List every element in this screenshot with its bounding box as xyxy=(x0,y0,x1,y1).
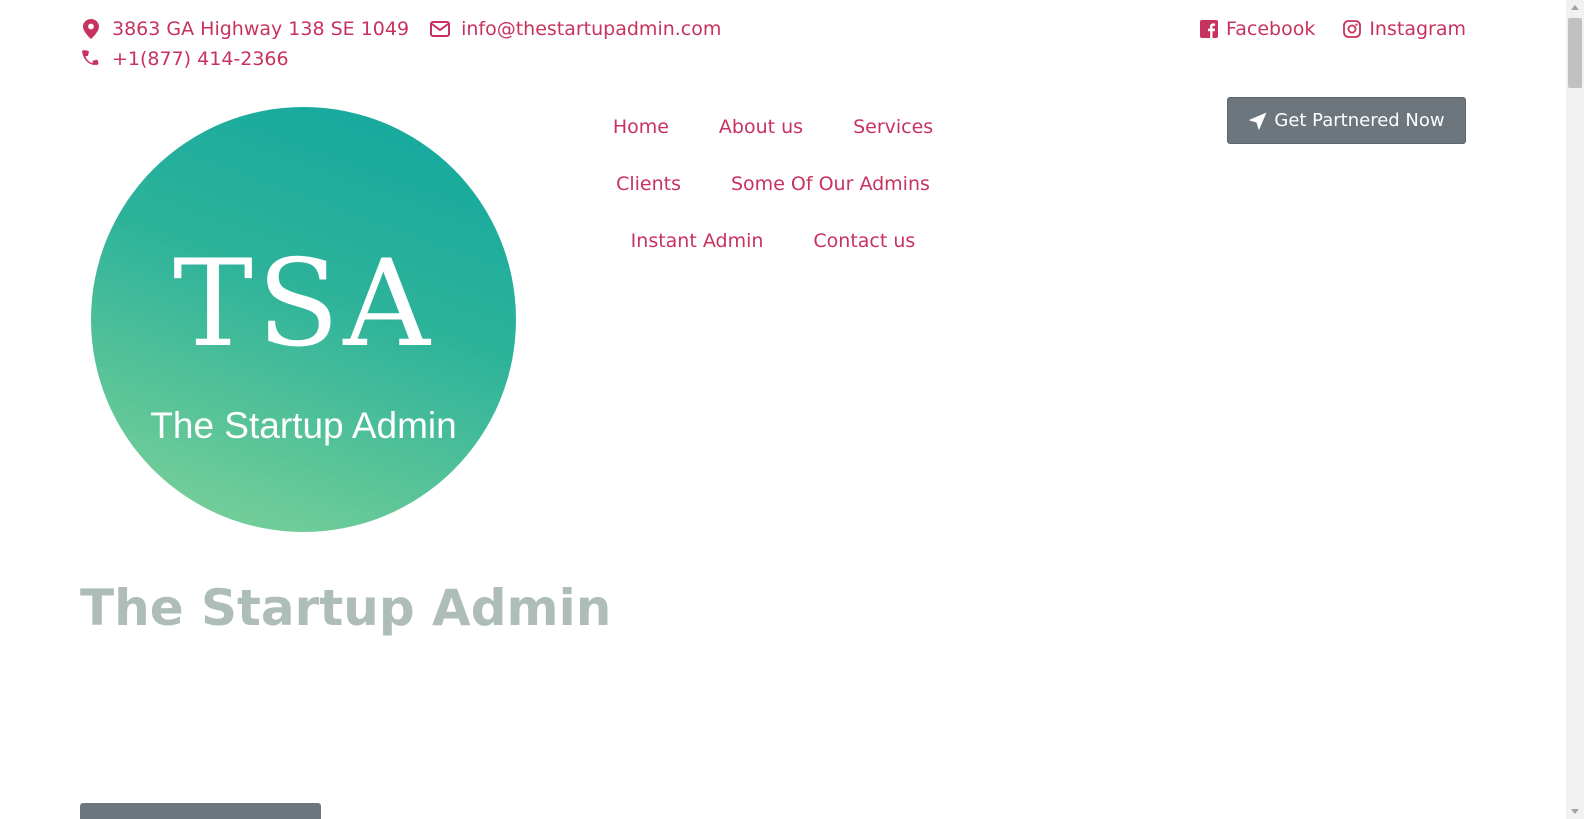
vertical-scrollbar[interactable] xyxy=(1566,0,1584,819)
page: 3863 GA Highway 138 SE 1049 info@thestar… xyxy=(0,0,1566,819)
contact-row-primary: 3863 GA Highway 138 SE 1049 info@thestar… xyxy=(80,14,741,44)
email-link[interactable]: info@thestartupadmin.com xyxy=(461,18,721,40)
instagram-link[interactable]: Instagram xyxy=(1341,14,1466,44)
paper-plane-icon xyxy=(1248,111,1268,131)
nav-row: Home About us Services xyxy=(598,98,948,155)
map-marker-icon xyxy=(80,18,102,40)
facebook-square-icon xyxy=(1198,18,1220,40)
instagram-label: Instagram xyxy=(1369,18,1466,40)
address-text: 3863 GA Highway 138 SE 1049 xyxy=(112,18,410,40)
scroll-down-icon[interactable] xyxy=(1571,809,1579,814)
nav-clients[interactable]: Clients xyxy=(616,173,681,195)
site-logo[interactable]: TSA The Startup Admin xyxy=(91,107,516,532)
facebook-label: Facebook xyxy=(1226,18,1316,40)
envelope-icon xyxy=(429,18,451,40)
nav-some-of-our-admins[interactable]: Some Of Our Admins xyxy=(731,173,930,195)
nav-home[interactable]: Home xyxy=(613,116,669,138)
page-title: The Startup Admin xyxy=(80,579,612,637)
nav-services[interactable]: Services xyxy=(853,116,933,138)
get-partnered-now-button[interactable]: Get Partnered Now xyxy=(1227,97,1466,144)
nav-row: Clients Some Of Our Admins xyxy=(598,155,948,212)
scrollbar-thumb[interactable] xyxy=(1568,18,1582,88)
top-contact-bar: 3863 GA Highway 138 SE 1049 info@thestar… xyxy=(80,14,741,74)
logo-name: The Startup Admin xyxy=(150,405,457,446)
nav-instant-admin[interactable]: Instant Admin xyxy=(631,230,764,252)
main-navigation: Home About us Services Clients Some Of O… xyxy=(598,98,948,269)
scroll-up-icon[interactable] xyxy=(1571,5,1579,10)
phone-link[interactable]: +1(877) 414-2366 xyxy=(112,48,289,70)
nav-row: Instant Admin Contact us xyxy=(598,212,948,269)
phone-icon xyxy=(80,48,102,70)
social-links: Facebook Instagram xyxy=(1172,14,1466,44)
email-item[interactable]: info@thestartupadmin.com xyxy=(429,18,721,40)
phone-item[interactable]: +1(877) 414-2366 xyxy=(80,48,289,70)
partial-button[interactable] xyxy=(80,803,321,819)
get-partnered-now-label: Get Partnered Now xyxy=(1274,110,1445,131)
contact-row-secondary: +1(877) 414-2366 xyxy=(80,44,741,74)
address-item: 3863 GA Highway 138 SE 1049 xyxy=(80,18,409,40)
nav-contact-us[interactable]: Contact us xyxy=(813,230,915,252)
logo-mark: TSA xyxy=(173,235,434,374)
nav-about-us[interactable]: About us xyxy=(719,116,803,138)
facebook-link[interactable]: Facebook xyxy=(1198,14,1315,44)
instagram-icon xyxy=(1341,18,1363,40)
